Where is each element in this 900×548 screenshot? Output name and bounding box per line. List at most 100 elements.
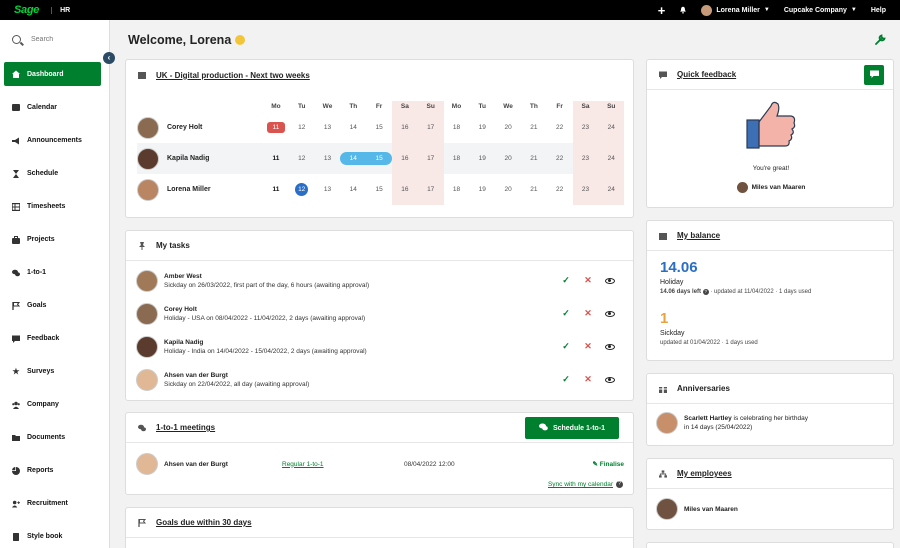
view-icon[interactable] [599,375,621,385]
sidebar-item-documents[interactable]: Documents [0,421,109,454]
day-cell[interactable]: 15 [366,174,392,205]
calendar-title[interactable]: UK - Digital production - Next two weeks [156,71,310,80]
goals-title[interactable]: Goals due within 30 days [156,518,252,527]
day-cell[interactable]: 17 [417,143,444,174]
day-cell[interactable]: 17 [417,174,444,205]
reject-icon[interactable]: ✕ [577,341,599,352]
sage-logo[interactable]: Sage [14,4,39,16]
day-cell[interactable]: 13 [315,112,341,143]
sidebar-item-dashboard[interactable]: Dashboard [4,62,101,86]
sidebar-item-surveys[interactable]: ★ Surveys [0,355,109,388]
day-cell[interactable]: 21 [521,174,547,205]
day-cell[interactable]: 15 [366,143,392,174]
day-cell[interactable]: 18 [444,143,470,174]
sidebar-item-timesheets[interactable]: Timesheets [0,190,109,223]
sidebar-item-schedule[interactable]: Schedule [0,157,109,190]
sync-calendar[interactable]: Sync with my calendar ? [548,481,623,488]
day-cell[interactable]: 18 [444,174,470,205]
day-cell[interactable]: 23 [572,112,599,143]
day-cell[interactable]: 22 [547,143,573,174]
sidebar-item-reports[interactable]: Reports [0,454,109,487]
wrench-icon[interactable] [875,34,886,48]
approve-icon[interactable]: ✓ [555,341,577,352]
approve-icon[interactable]: ✓ [555,308,577,319]
holiday-marker[interactable]: 15 [366,152,392,165]
person-name[interactable]: Corey Holt [167,124,202,131]
sidebar-item-1-to-1[interactable]: 1-to-1 [0,256,109,289]
anniversary-person[interactable]: Scarlett Hartley [684,415,732,422]
schedule-1-to-1-button[interactable]: Schedule 1-to-1 [525,417,619,439]
help-icon[interactable]: ? [702,289,709,295]
day-cell[interactable]: 20 [495,143,521,174]
day-cell[interactable]: 11 [263,143,289,174]
sidebar-item-calendar[interactable]: Calendar [0,91,109,124]
give-feedback-button[interactable] [864,65,884,85]
day-cell[interactable]: 19 [469,143,495,174]
day-cell[interactable]: 14 [340,143,367,174]
holiday-marker[interactable]: 14 [340,152,367,165]
today-marker[interactable]: 12 [295,183,309,196]
day-cell[interactable]: 14 [340,112,366,143]
sidebar-item-announcements[interactable]: Announcements [0,124,109,157]
day-cell[interactable]: 16 [391,174,418,205]
bell-icon[interactable] [679,6,687,14]
sidebar-item-projects[interactable]: Projects [0,223,109,256]
help-icon[interactable]: ? [616,481,623,488]
day-cell[interactable]: 21 [521,112,547,143]
meetings-title[interactable]: 1-to-1 meetings [156,423,215,432]
day-cell[interactable]: 12 [289,143,315,174]
collapse-sidebar-button[interactable]: ‹ [103,52,115,64]
feedback-title[interactable]: Quick feedback [677,70,736,79]
day-cell[interactable]: 24 [598,174,625,205]
employees-title[interactable]: My employees [677,469,732,478]
balance-title[interactable]: My balance [677,231,720,240]
reject-icon[interactable]: ✕ [577,308,599,319]
day-cell[interactable]: 13 [315,174,341,205]
reject-icon[interactable]: ✕ [577,374,599,385]
finalise-link[interactable]: ✎ Finalise [593,460,624,468]
day-cell[interactable]: 15 [366,112,392,143]
day-cell[interactable]: 24 [598,143,625,174]
company-menu[interactable]: Cupcake Company ▼ [784,7,857,14]
sidebar-item-recruitment[interactable]: Recruitment [0,487,109,520]
approve-icon[interactable]: ✓ [555,374,577,385]
day-cell[interactable]: 19 [469,174,495,205]
day-cell[interactable]: 11 [263,112,289,143]
absence-marker[interactable]: 11 [266,122,286,133]
day-cell[interactable]: 19 [469,112,495,143]
day-cell[interactable]: 24 [598,112,625,143]
day-cell[interactable]: 20 [495,112,521,143]
day-cell[interactable]: 20 [495,174,521,205]
day-cell[interactable]: 23 [572,143,599,174]
day-cell[interactable]: 14 [340,174,366,205]
user-menu[interactable]: Lorena Miller ▼ [701,4,770,16]
day-cell[interactable]: 16 [391,112,418,143]
day-cell[interactable]: 23 [572,174,599,205]
day-cell[interactable]: 12 [289,174,315,205]
day-cell[interactable]: 21 [521,143,547,174]
day-cell[interactable]: 22 [547,112,573,143]
search-input[interactable] [31,35,101,43]
day-cell[interactable]: 12 [289,112,315,143]
reject-icon[interactable]: ✕ [577,275,599,286]
help-link[interactable]: Help [871,7,886,14]
view-icon[interactable] [599,309,621,319]
day-cell[interactable]: 18 [444,112,470,143]
sidebar-item-goals[interactable]: Goals [0,289,109,322]
person-name[interactable]: Kapila Nadig [167,155,209,162]
sync-calendar-link[interactable]: Sync with my calendar [548,481,613,488]
sidebar-item-company[interactable]: Company [0,388,109,421]
meeting-type-link[interactable]: Regular 1-to-1 [282,461,404,468]
employee-row[interactable]: Miles van Maaren [656,498,738,520]
day-cell[interactable]: 11 [263,174,289,205]
day-cell[interactable]: 13 [315,143,341,174]
sidebar-item-feedback[interactable]: Feedback [0,322,109,355]
sidebar-item-style-book[interactable]: Style book [0,520,109,548]
day-cell[interactable]: 22 [547,174,573,205]
person-name[interactable]: Lorena Miller [167,186,211,193]
approve-icon[interactable]: ✓ [555,275,577,286]
day-cell[interactable]: 17 [417,112,444,143]
search-box[interactable] [0,20,109,58]
day-cell[interactable]: 16 [391,143,418,174]
view-icon[interactable] [599,342,621,352]
